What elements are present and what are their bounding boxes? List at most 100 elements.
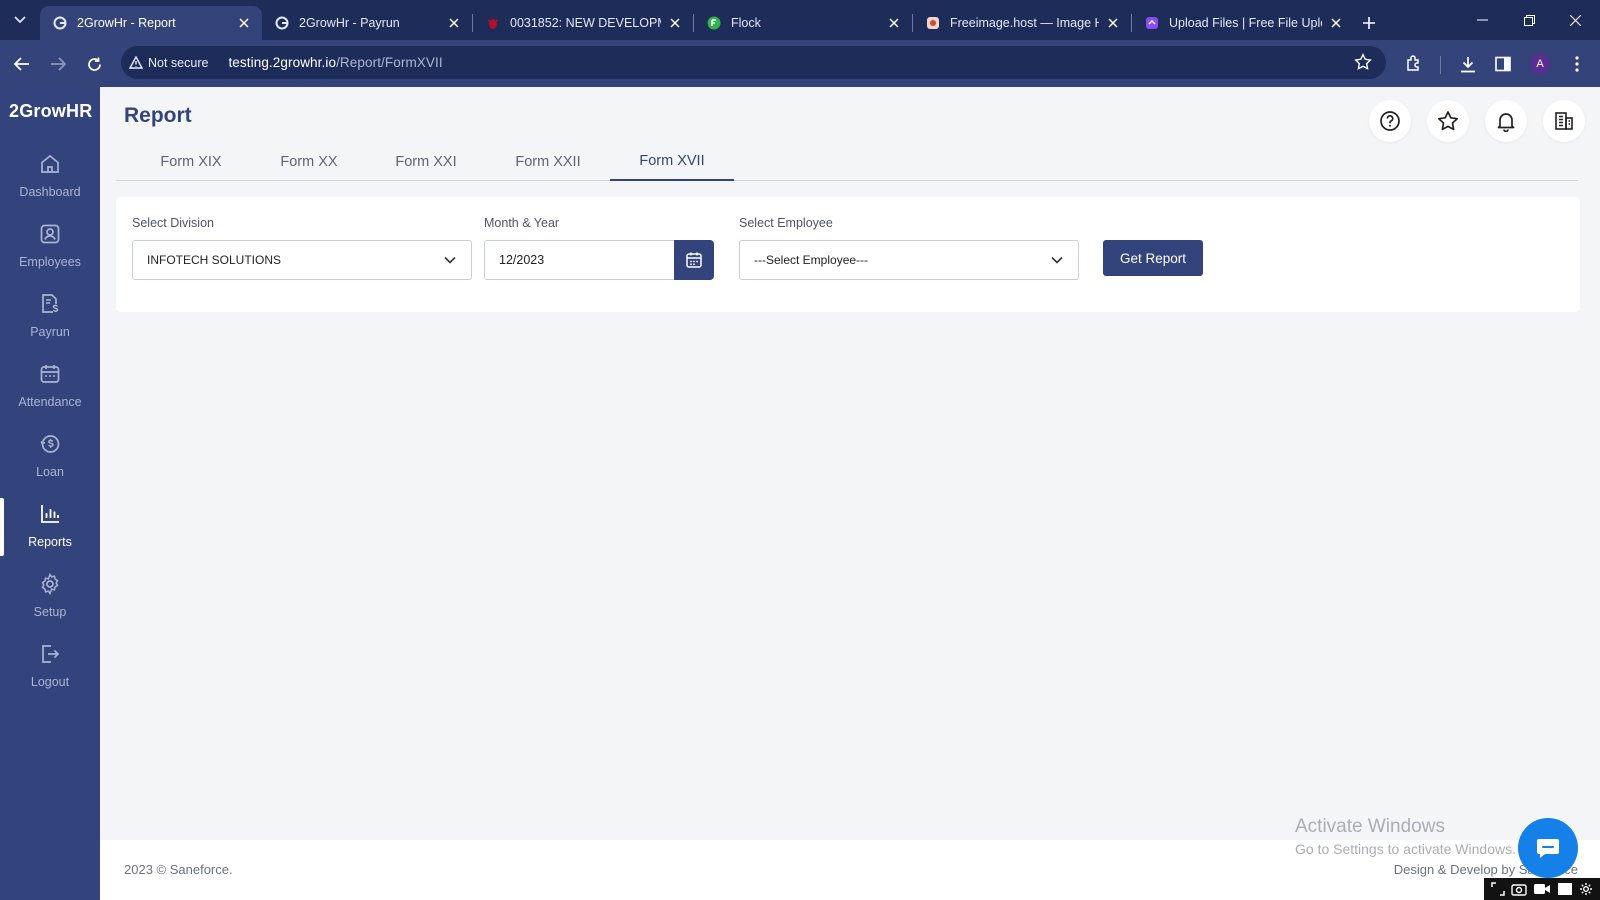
sidebar-item-label: Attendance <box>18 395 82 409</box>
tab-title: 2GrowHr - Report <box>77 16 176 30</box>
address-bar[interactable]: Not secure testing.2growhr.io/Report/For… <box>121 46 1386 79</box>
sidebar-item-label: Employees <box>19 255 81 269</box>
browser-tab-payrun[interactable]: 2GrowHr - Payrun <box>262 6 472 40</box>
growhr-favicon-icon <box>52 15 68 31</box>
browser-tab-report[interactable]: 2GrowHr - Report <box>40 6 262 40</box>
browser-tab-bug[interactable]: 0031852: NEW DEVELOPMEN <box>473 6 693 40</box>
forward-button[interactable] <box>44 50 72 78</box>
close-icon[interactable] <box>886 15 902 31</box>
minimize-icon <box>1476 19 1488 21</box>
gear-icon[interactable] <box>1579 882 1593 896</box>
division-select[interactable]: INFOTECH SOLUTIONS <box>132 240 472 280</box>
form-tabs: Form XIX Form XX Form XXI Form XXII Form… <box>116 143 1578 181</box>
sidebar-item-loan[interactable]: Loan <box>0 431 100 493</box>
reload-icon <box>87 57 101 71</box>
tab-form-xvii[interactable]: Form XVII <box>610 143 734 181</box>
side-panel-button[interactable] <box>1491 52 1515 76</box>
profile-button[interactable]: A <box>1528 52 1552 76</box>
sidebar-item-setup[interactable]: Setup <box>0 571 100 633</box>
url-host: testing.2growhr.io <box>228 55 337 70</box>
close-icon[interactable] <box>667 15 683 31</box>
calendar-picker-button[interactable] <box>674 240 714 280</box>
month-year-input[interactable]: 12/2023 <box>484 240 674 280</box>
security-chip[interactable]: Not secure <box>121 56 208 70</box>
camera-icon[interactable] <box>1511 882 1527 896</box>
browser-toolbar: Not secure testing.2growhr.io/Report/For… <box>0 40 1600 87</box>
download-icon <box>1461 56 1475 72</box>
expand-icon[interactable] <box>1491 882 1505 896</box>
windows-activation-watermark: Activate Windows Go to Settings to activ… <box>1295 816 1516 857</box>
side-panel-icon <box>1495 56 1511 72</box>
notifications-button[interactable] <box>1485 100 1527 142</box>
close-icon <box>1569 14 1581 26</box>
sidebar-item-label: Reports <box>28 535 72 549</box>
sidebar-item-label: Setup <box>33 605 67 619</box>
chevron-down-icon <box>1051 256 1063 264</box>
tab-form-xxi[interactable]: Form XXI <box>366 143 486 181</box>
close-icon[interactable] <box>446 15 462 31</box>
browser-menu-button[interactable] <box>1565 52 1589 76</box>
close-icon[interactable] <box>1328 15 1344 31</box>
calendar-icon <box>37 361 63 387</box>
get-report-button[interactable]: Get Report <box>1103 240 1203 276</box>
division-label: Select Division <box>132 216 214 230</box>
division-value: INFOTECH SOLUTIONS <box>147 253 282 267</box>
loan-icon <box>37 431 63 457</box>
tab-form-xx[interactable]: Form XX <box>252 143 366 181</box>
capture-toolbar <box>1484 878 1600 900</box>
report-filter-card: Select Division INFOTECH SOLUTIONS Month… <box>116 197 1580 312</box>
sidebar-item-label: Payrun <box>30 325 70 339</box>
sidebar-item-dashboard[interactable]: Dashboard <box>0 151 100 213</box>
extensions-button[interactable] <box>1402 52 1426 76</box>
url-path: /Report/FormXVII <box>336 55 443 70</box>
browser-tab-freeimage[interactable]: Freeimage.host — Image Ho <box>913 6 1131 40</box>
browser-tab-upload[interactable]: Upload Files | Free File Uploa <box>1132 6 1354 40</box>
tab-title: 0031852: NEW DEVELOPMEN <box>510 16 661 30</box>
tab-title: Flock <box>731 16 761 30</box>
downloads-button[interactable] <box>1456 52 1480 76</box>
tab-title: 2GrowHr - Payrun <box>299 16 400 30</box>
url-text: testing.2growhr.io/Report/FormXVII <box>228 55 442 70</box>
new-tab-button[interactable] <box>1354 6 1384 40</box>
chat-widget-button[interactable] <box>1518 818 1578 878</box>
video-icon[interactable] <box>1533 882 1551 896</box>
restore-icon <box>1523 14 1535 26</box>
tab-title: Freeimage.host — Image Ho <box>950 16 1099 30</box>
sidebar-item-payrun[interactable]: Payrun <box>0 291 100 353</box>
star-icon <box>1438 111 1458 131</box>
sidebar-item-reports[interactable]: Reports <box>0 498 100 563</box>
close-icon[interactable] <box>1105 15 1121 31</box>
home-icon <box>37 151 63 177</box>
minimize-button[interactable] <box>1459 0 1505 40</box>
close-window-button[interactable] <box>1552 0 1598 40</box>
chat-icon <box>1537 839 1559 858</box>
employee-select[interactable]: ---Select Employee--- <box>739 240 1079 280</box>
bar-chart-icon <box>37 501 63 527</box>
bookmark-star-button[interactable] <box>1354 53 1372 76</box>
restore-button[interactable] <box>1506 0 1552 40</box>
calendar-icon <box>686 252 702 268</box>
window-icon[interactable] <box>1557 882 1573 896</box>
sidebar-item-employees[interactable]: Employees <box>0 221 100 283</box>
back-button[interactable] <box>8 50 36 78</box>
app-logo[interactable]: 2GrowHR <box>9 101 92 122</box>
browser-tab-flock[interactable]: Flock <box>694 6 912 40</box>
sidebar-item-logout[interactable]: Logout <box>0 641 100 703</box>
sidebar-item-attendance[interactable]: Attendance <box>0 361 100 423</box>
month-year-value: 12/2023 <box>499 253 545 267</box>
reload-button[interactable] <box>80 50 108 78</box>
tab-search-button[interactable] <box>0 0 40 40</box>
tab-form-xix[interactable]: Form XIX <box>130 143 252 181</box>
logout-icon <box>37 641 63 667</box>
favorites-button[interactable] <box>1427 100 1469 142</box>
plus-icon <box>1363 17 1375 29</box>
help-button[interactable] <box>1369 100 1411 142</box>
browser-tabbar: 2GrowHr - Report 2GrowHr - Payrun 003185… <box>0 0 1600 40</box>
bug-favicon-icon <box>485 15 501 31</box>
company-button[interactable] <box>1543 100 1585 142</box>
person-icon <box>37 221 63 247</box>
security-label: Not secure <box>148 55 209 70</box>
tab-title: Upload Files | Free File Uploa <box>1169 16 1322 30</box>
close-icon[interactable] <box>236 15 252 31</box>
tab-form-xxii[interactable]: Form XXII <box>486 143 610 181</box>
